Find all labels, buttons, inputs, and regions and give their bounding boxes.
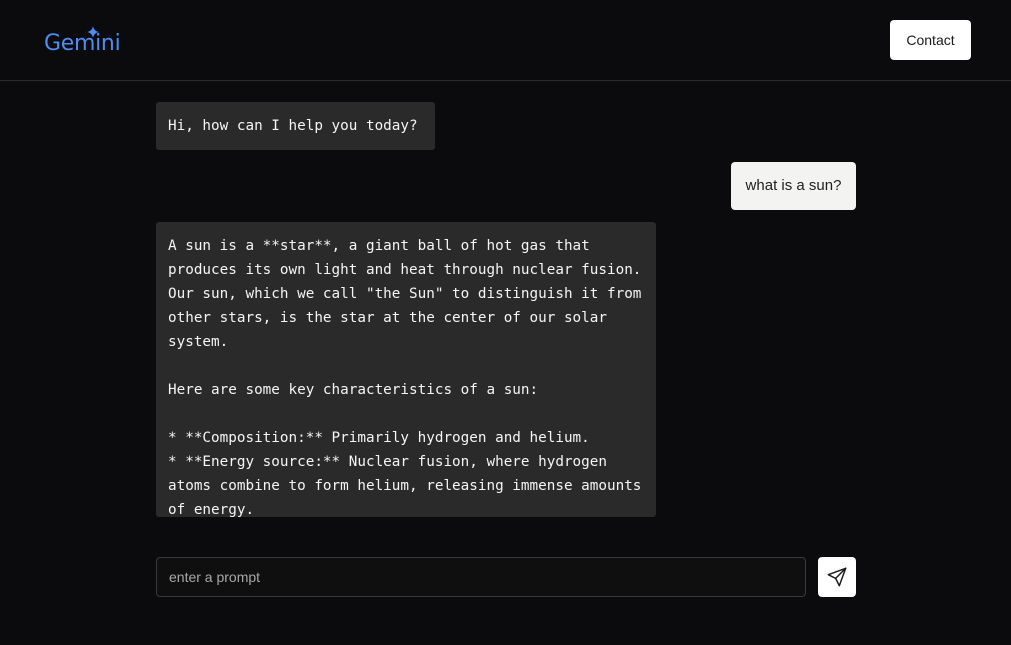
gemini-logo[interactable]: Gemini	[44, 26, 121, 61]
bot-message-greeting: Hi, how can I help you today?	[156, 102, 435, 150]
bot-message-answer[interactable]: A sun is a **star**, a giant ball of hot…	[156, 222, 656, 517]
sparkle-icon	[87, 26, 99, 38]
send-icon	[827, 567, 847, 587]
prompt-input[interactable]	[156, 557, 806, 597]
logo-text: Gemini	[44, 31, 121, 56]
contact-button[interactable]: Contact	[890, 20, 971, 60]
header: Gemini Contact	[0, 0, 1011, 81]
user-message: what is a sun?	[731, 162, 856, 210]
send-button[interactable]	[818, 557, 856, 597]
